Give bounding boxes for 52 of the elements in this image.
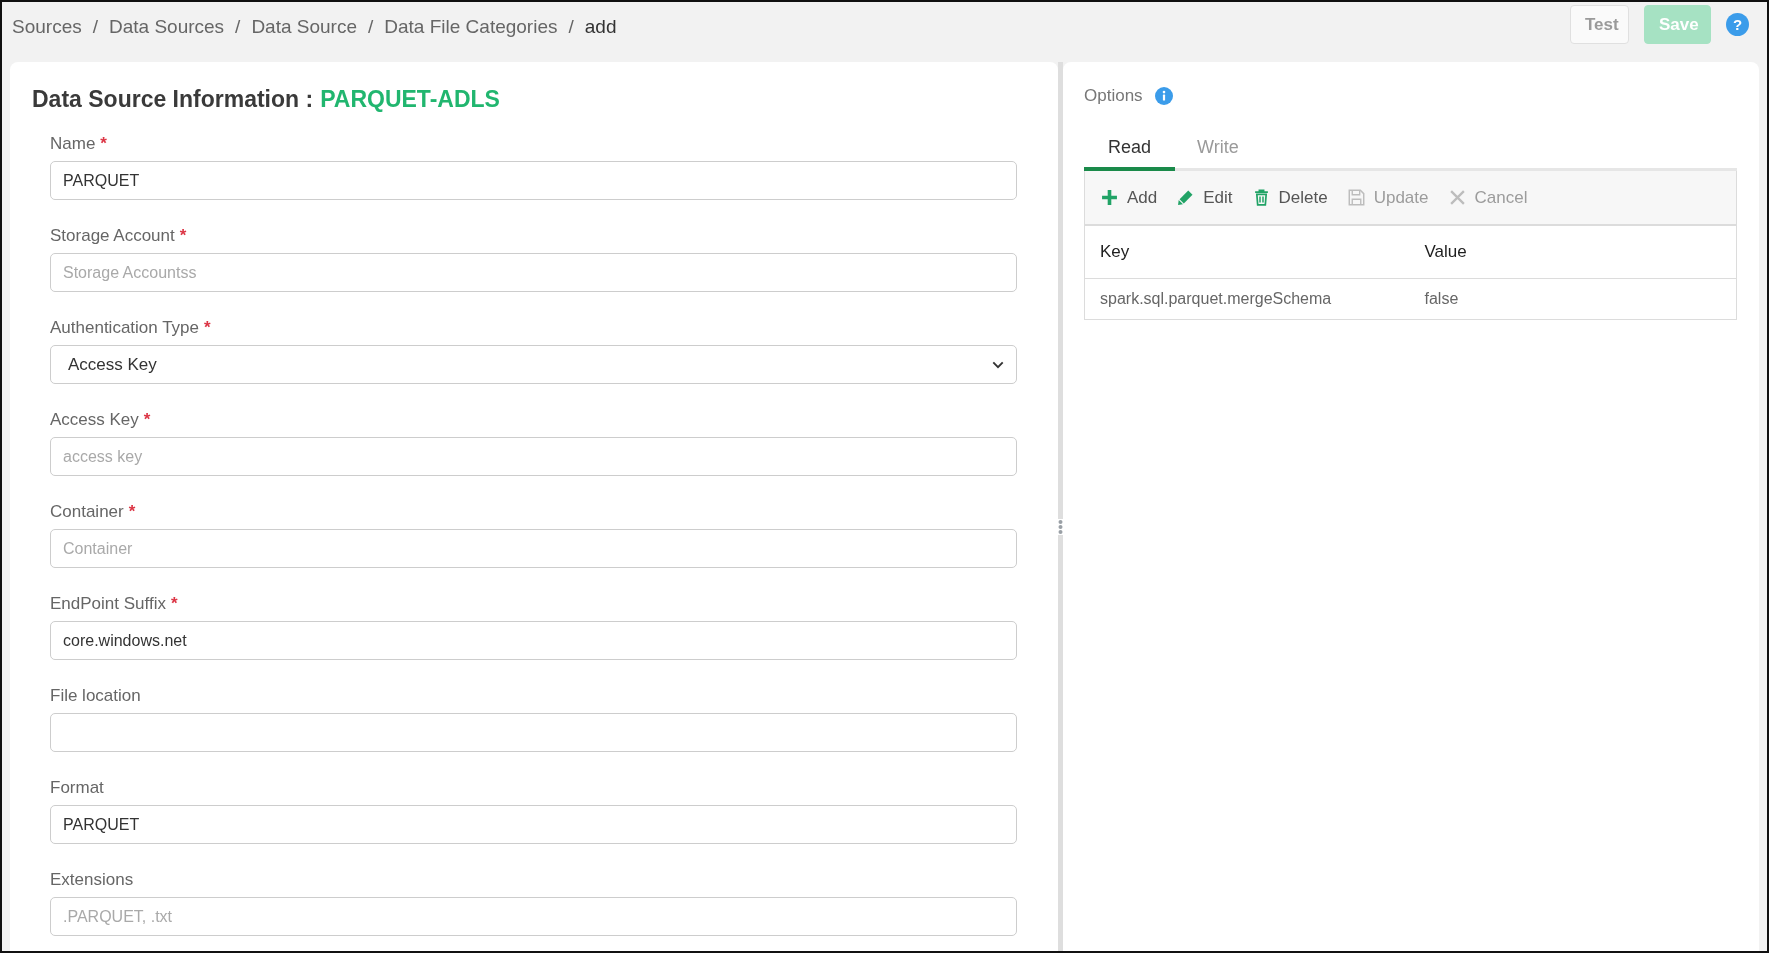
dropdown-field[interactable]: Access Key bbox=[50, 345, 1017, 384]
field-label: File location bbox=[50, 685, 141, 707]
delete-button[interactable]: Delete bbox=[1252, 187, 1328, 208]
field-label: Format bbox=[50, 777, 104, 799]
input-field[interactable] bbox=[50, 713, 1017, 752]
trash-icon bbox=[1252, 189, 1270, 206]
input-field[interactable]: Container bbox=[50, 529, 1017, 568]
required-mark: * bbox=[179, 225, 187, 247]
breadcrumb-item[interactable]: Data Source bbox=[251, 16, 357, 38]
breadcrumb-item[interactable]: Data File Categories bbox=[384, 16, 558, 38]
input-field[interactable]: Storage Accountss bbox=[50, 253, 1017, 292]
input-field[interactable]: PARQUET bbox=[50, 161, 1017, 200]
breadcrumb-separator: / bbox=[568, 16, 574, 38]
table-cell: spark.sql.parquet.mergeSchema bbox=[1084, 278, 1410, 320]
breadcrumb-separator: / bbox=[368, 16, 374, 38]
edit-button[interactable]: Edit bbox=[1177, 187, 1233, 208]
breadcrumb-separator: / bbox=[235, 16, 241, 38]
field-label: Storage Account bbox=[50, 225, 175, 247]
field-label: Extensions bbox=[50, 869, 134, 891]
tab[interactable]: Write bbox=[1175, 127, 1261, 171]
required-mark: * bbox=[170, 593, 178, 615]
plus-icon bbox=[1101, 189, 1118, 206]
section-title: Data Source Information : bbox=[32, 85, 314, 114]
breadcrumb-item: add bbox=[584, 16, 617, 38]
field-label: Access Key bbox=[50, 409, 139, 431]
options-title: Options bbox=[1084, 86, 1143, 106]
table-cell: false bbox=[1409, 278, 1737, 320]
breadcrumb-separator: / bbox=[92, 16, 98, 38]
help-button[interactable]: ? bbox=[1726, 13, 1749, 36]
close-icon bbox=[1448, 189, 1466, 206]
pencil-icon bbox=[1177, 189, 1195, 206]
breadcrumb-item[interactable]: Sources bbox=[12, 16, 82, 38]
field-label: Authentication Type bbox=[50, 317, 199, 339]
field-label: Container bbox=[50, 501, 124, 523]
info-icon bbox=[1154, 87, 1173, 105]
field-label: EndPoint Suffix bbox=[50, 593, 166, 615]
input-field[interactable]: PARQUET bbox=[50, 805, 1017, 844]
required-mark: * bbox=[204, 317, 211, 339]
input-field[interactable]: access key bbox=[50, 437, 1017, 476]
required-mark: * bbox=[128, 501, 136, 523]
panel-splitter[interactable] bbox=[1058, 62, 1063, 951]
field-label: Name bbox=[50, 133, 96, 155]
breadcrumb-item[interactable]: Data Sources bbox=[109, 16, 225, 38]
data-source-name: PARQUET-ADLS bbox=[320, 85, 500, 114]
chevron-down-icon bbox=[992, 360, 1004, 369]
column-header: Key bbox=[1084, 225, 1410, 279]
column-header: Value bbox=[1409, 225, 1737, 279]
input-field[interactable]: core.windows.net bbox=[50, 621, 1017, 660]
add-button[interactable]: Add bbox=[1101, 187, 1158, 208]
input-field[interactable]: .PARQUET, .txt bbox=[50, 897, 1017, 936]
required-mark: * bbox=[100, 133, 107, 155]
required-mark: * bbox=[143, 409, 151, 431]
